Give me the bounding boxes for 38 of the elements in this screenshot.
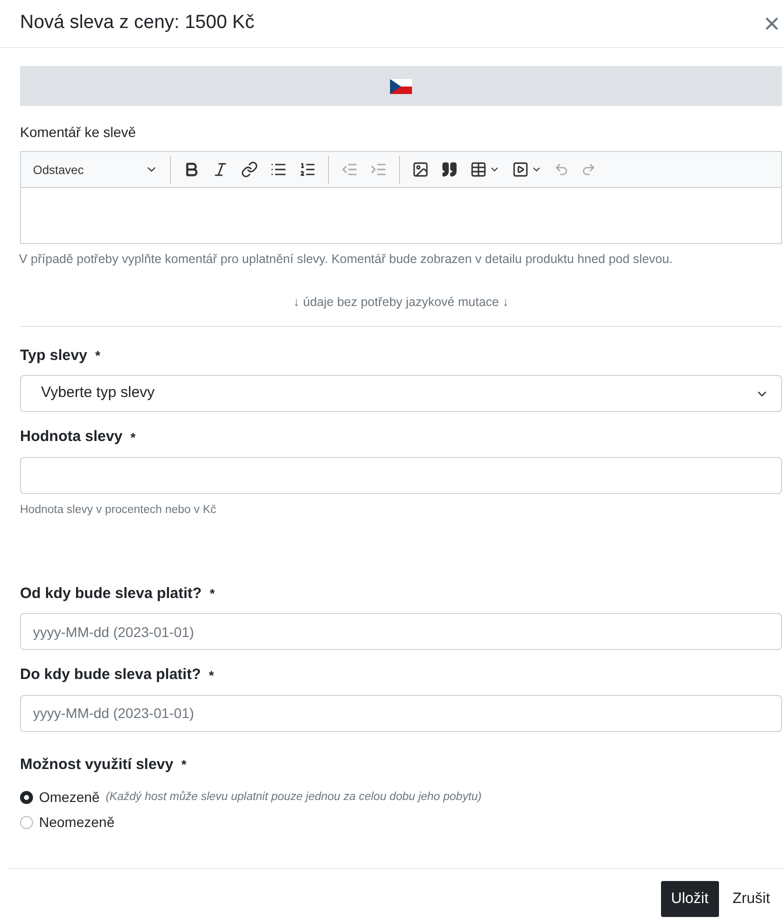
quote-icon[interactable] [441,161,458,178]
help-text: V případě potřeby vyplňte komentář pro uplatnění slevy. Komentář bude zobrazen v detailu produktu hned pod slevou. [19,251,674,268]
table-icon[interactable] [470,161,487,178]
field-label: Od kdy bude sleva platit? [20,584,202,604]
dialog-title: Nová sleva z ceny: 1500 Kč [20,11,254,36]
radio-button[interactable] [20,816,33,830]
media-icon[interactable] [512,161,529,178]
radio-label[interactable]: Neomezeně [39,812,114,834]
help-text: Hodnota slevy v procentech nebo v Kč [20,502,218,518]
italic-icon[interactable] [212,161,229,178]
input-field[interactable]: yyyy-MM-dd (2023-01-01) [20,694,782,732]
cancel-button[interactable]: Zrušit [722,881,780,918]
czech-flag-icon [390,78,412,94]
required-mark: * [130,428,136,446]
field-label: Komentář ke slevě [20,123,137,142]
radio-button[interactable] [20,791,33,804]
field-label: Možnost využití slevy [20,754,174,775]
link-icon[interactable] [241,161,258,178]
close-button[interactable]: × [764,10,780,38]
field-label: Typ slevy [20,346,88,366]
input-field[interactable] [20,456,782,494]
section-note: ↓ údaje bez potřeby jazykové mutace ↓ [292,294,510,311]
bullet-list-icon[interactable] [270,161,287,178]
field-label: Do kdy bude sleva platit? [20,665,201,686]
required-mark: * [95,347,100,365]
numbered-list-icon[interactable] [299,161,316,178]
input-field[interactable]: yyyy-MM-dd (2023-01-01) [20,613,782,650]
radio-note: (Každý host může slevu uplatnit pouze jednou za celou dobu jeho pobytu) [106,790,482,806]
format-dropdown[interactable]: Odstavec [21,156,171,184]
bold-icon[interactable] [183,161,200,178]
image-icon[interactable] [412,161,429,178]
radio-label[interactable]: Omezeně [39,787,100,808]
required-mark: * [181,756,186,774]
field-label: Hodnota slevy [20,427,123,447]
required-mark: * [208,666,214,685]
save-button[interactable]: Uložit [660,881,718,918]
discount-type-select[interactable]: Vyberte typ slevy [20,375,782,412]
required-mark: * [210,585,215,604]
